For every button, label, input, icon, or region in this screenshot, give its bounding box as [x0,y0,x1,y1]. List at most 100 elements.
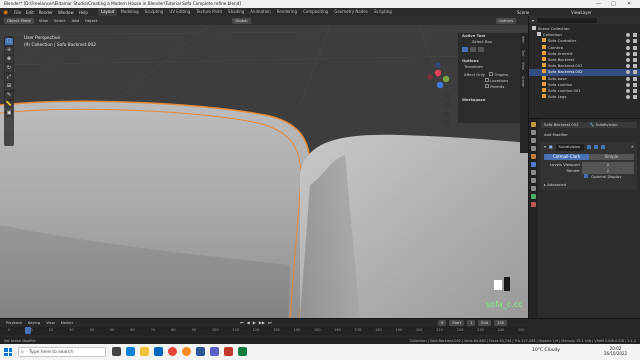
menu-file[interactable]: File [14,10,21,15]
visibility-eye-icon[interactable] [626,82,630,87]
cursor-icon[interactable]: ✛ [5,47,13,54]
viewport-menu-add[interactable]: Add [72,18,79,23]
sidebar-tab-view[interactable]: View [520,59,526,73]
workspace-tab-layout[interactable]: Layout [97,8,118,16]
transform-orientation-selector[interactable]: Global [232,17,251,24]
render-camera-icon[interactable] [633,39,637,44]
move-icon[interactable]: ✥ [5,56,13,63]
select-icon[interactable]: ▢ [5,38,13,45]
material-tab-icon[interactable] [531,202,536,207]
prev-key-icon[interactable]: ◀ [247,320,250,325]
file-explorer-icon[interactable] [140,347,149,356]
add-modifier-button[interactable]: Add Modifier [541,132,637,138]
advanced-chevron-icon[interactable]: ▸ [544,182,546,187]
start-frame-field[interactable]: 1 [467,320,476,326]
windows-start-icon[interactable] [4,348,12,356]
annotate-icon[interactable]: ✎ [5,92,13,99]
workspace-tab-scripting[interactable]: Scripting [371,8,395,16]
render-toggle-icon[interactable] [600,145,605,150]
outliner-item[interactable]: Sofa Legs [529,94,640,100]
minimize-button[interactable]: — [596,0,601,8]
timeline-menu-keying[interactable]: Keying [28,321,40,325]
next-key-icon[interactable]: ▶▶ [259,320,265,325]
scene-tab-icon[interactable] [531,146,536,151]
viewport-toggle-icon[interactable] [593,145,598,150]
render-camera-icon[interactable] [633,64,637,69]
workspace-tab-texture-paint[interactable]: Texture Paint [193,8,225,16]
visibility-eye-icon[interactable] [626,45,630,50]
sidebar-tab-create[interactable]: Create [520,73,526,90]
origins-checkbox[interactable] [489,71,494,76]
end-frame-field[interactable]: 250 [494,320,508,326]
visibility-eye-icon[interactable] [626,33,630,38]
workspace-tab-rendering[interactable]: Rendering [274,8,300,16]
visibility-eye-icon[interactable] [626,57,630,62]
store-icon[interactable] [154,347,163,356]
sidebar-tab-tool[interactable]: Tool [520,47,526,59]
catmull-clark-tab[interactable]: Catmull-Clark [544,153,589,160]
render-tab-icon[interactable] [531,130,536,135]
visibility-eye-icon[interactable] [626,88,630,93]
render-camera-icon[interactable] [633,45,637,50]
current-frame-field[interactable]: 9 [438,320,447,326]
taskbar-search-input[interactable]: ⌕ Type here to search [18,347,106,357]
menu-help[interactable]: Help [79,10,88,15]
particles-tab-icon[interactable] [531,170,536,175]
workspace-header[interactable]: Workspace [458,97,520,103]
workspace-tab-shading[interactable]: Shading [225,8,247,16]
visibility-eye-icon[interactable] [626,76,630,81]
visibility-eye-icon[interactable] [626,51,630,56]
extend-mode-icon[interactable] [470,47,477,53]
visibility-eye-icon[interactable] [626,95,630,100]
object-name-label[interactable]: Sofa Backrest.002 [544,122,579,127]
workspace-tab-uv-editing[interactable]: UV Editing [166,8,193,16]
optimal-display-checkbox[interactable] [584,173,588,178]
workspace-tab-compositing[interactable]: Compositing [300,8,331,16]
physics-tab-icon[interactable] [531,178,536,183]
playhead[interactable] [25,327,32,334]
viewport-menu-view[interactable]: View [39,18,48,23]
viewport-nav-buttons[interactable] [443,92,451,127]
render-camera-icon[interactable] [633,33,637,38]
timeline-menu-marker[interactable]: Marker [61,321,73,325]
add-cube-icon[interactable]: ▣ [5,110,13,117]
weather-widget[interactable]: 10°C Cloudy [532,348,560,353]
chrome-icon[interactable] [168,347,177,356]
blender-taskbar-icon[interactable] [182,347,191,356]
render-camera-icon[interactable] [633,70,637,75]
render-camera-icon[interactable] [633,57,637,62]
collapse-icon[interactable]: ▾ [544,144,546,150]
mode-selector[interactable]: Object Mode [4,17,34,24]
sidebar-tab-item[interactable]: Item [520,33,526,47]
tool-tab-icon[interactable] [531,122,536,127]
render-camera-icon[interactable] [633,88,637,93]
modifier-name-field[interactable]: Subdivision [555,144,584,151]
blender-logo-icon[interactable]: ◉ [3,9,8,16]
viewport-menu-select[interactable]: Select [54,18,66,23]
menu-render[interactable]: Render [39,10,53,15]
visibility-eye-icon[interactable] [626,39,630,44]
navigation-gizmo[interactable] [427,62,450,89]
edge-icon[interactable] [126,347,135,356]
transform-header[interactable]: Transform [458,64,520,70]
menu-edit[interactable]: Edit [26,10,34,15]
jump-end-icon[interactable]: ⏭ [268,320,272,325]
task-view-icon[interactable] [112,347,121,356]
clock[interactable]: 20:02 26/10/2022 [604,346,627,356]
visibility-eye-icon[interactable] [626,64,630,69]
rotate-icon[interactable]: ↻ [5,65,13,72]
3d-viewport[interactable]: User Perspective (9) Collection | Sofa B… [0,25,528,318]
timeline-menu-playback[interactable]: Playback [6,321,22,325]
modifier-tab-icon[interactable] [531,162,536,167]
outliner-search-input[interactable] [537,17,598,23]
render-camera-icon[interactable] [633,95,637,100]
scale-icon[interactable]: ⤢ [5,74,13,81]
render-camera-icon[interactable] [633,51,637,56]
menu-window[interactable]: Window [58,10,74,15]
outliner-filter-icon[interactable]: ▾ [532,18,534,23]
render-camera-icon[interactable] [633,82,637,87]
editmode-toggle-icon[interactable] [586,145,591,150]
data-tab-icon[interactable] [531,194,536,199]
workspace-tab-modeling[interactable]: Modeling [117,8,141,16]
viewport-options-button[interactable]: Options [495,17,517,24]
